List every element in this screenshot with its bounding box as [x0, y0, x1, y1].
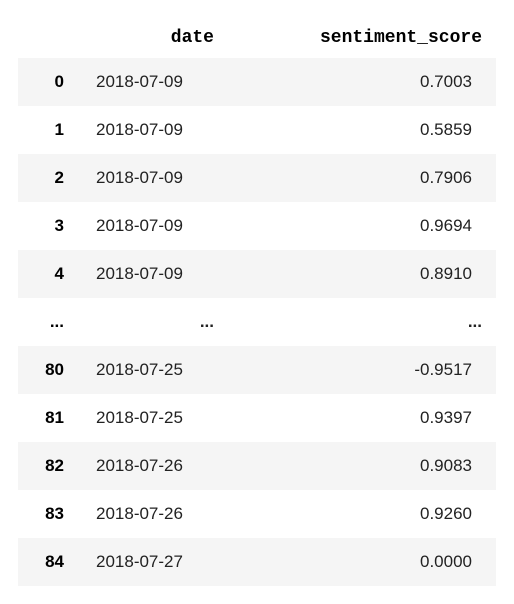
row-index: 80: [18, 346, 78, 394]
row-sentiment-score: 0.8910: [228, 250, 496, 298]
row-index: 2: [18, 154, 78, 202]
row-sentiment-score: 0.0000: [228, 538, 496, 586]
row-date: 2018-07-09: [78, 250, 228, 298]
dataframe-table: date sentiment_score 02018-07-090.700312…: [18, 18, 496, 586]
row-sentiment-score: 0.9397: [228, 394, 496, 442]
table-row: 802018-07-25-0.9517: [18, 346, 496, 394]
row-date: 2018-07-26: [78, 442, 228, 490]
table-row: 12018-07-090.5859: [18, 106, 496, 154]
row-date: 2018-07-09: [78, 58, 228, 106]
row-sentiment-score: 0.7003: [228, 58, 496, 106]
row-index: 3: [18, 202, 78, 250]
row-sentiment-score: 0.7906: [228, 154, 496, 202]
header-sentiment-score: sentiment_score: [228, 18, 496, 58]
row-sentiment-score: 0.9694: [228, 202, 496, 250]
row-index: 1: [18, 106, 78, 154]
row-date: 2018-07-09: [78, 202, 228, 250]
row-date: 2018-07-25: [78, 394, 228, 442]
row-date: 2018-07-09: [78, 106, 228, 154]
row-index: 0: [18, 58, 78, 106]
row-sentiment-score: 0.9083: [228, 442, 496, 490]
header-date: date: [78, 18, 228, 58]
row-date: ...: [78, 298, 228, 346]
row-sentiment-score: -0.9517: [228, 346, 496, 394]
row-date: 2018-07-27: [78, 538, 228, 586]
header-row: date sentiment_score: [18, 18, 496, 58]
table-row: 02018-07-090.7003: [18, 58, 496, 106]
table-body: 02018-07-090.700312018-07-090.585922018-…: [18, 58, 496, 586]
header-index: [18, 18, 78, 58]
row-index: 81: [18, 394, 78, 442]
row-index: 84: [18, 538, 78, 586]
table-row: 822018-07-260.9083: [18, 442, 496, 490]
table-row: 22018-07-090.7906: [18, 154, 496, 202]
row-date: 2018-07-26: [78, 490, 228, 538]
row-date: 2018-07-09: [78, 154, 228, 202]
table-row: 812018-07-250.9397: [18, 394, 496, 442]
row-sentiment-score: ...: [228, 298, 496, 346]
row-index: 83: [18, 490, 78, 538]
row-index: ...: [18, 298, 78, 346]
row-sentiment-score: 0.9260: [228, 490, 496, 538]
row-date: 2018-07-25: [78, 346, 228, 394]
ellipsis-row: .........: [18, 298, 496, 346]
table-row: 842018-07-270.0000: [18, 538, 496, 586]
row-index: 82: [18, 442, 78, 490]
table-row: 42018-07-090.8910: [18, 250, 496, 298]
table-row: 832018-07-260.9260: [18, 490, 496, 538]
row-index: 4: [18, 250, 78, 298]
table-row: 32018-07-090.9694: [18, 202, 496, 250]
row-sentiment-score: 0.5859: [228, 106, 496, 154]
